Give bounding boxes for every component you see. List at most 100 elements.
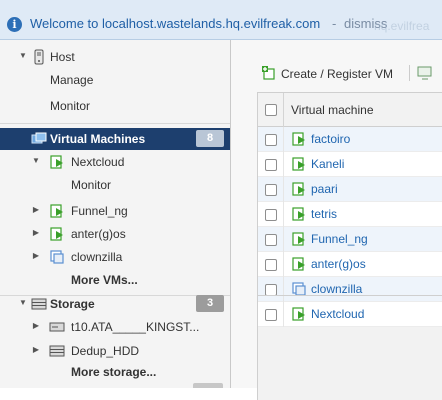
table-row[interactable]: tetris <box>258 202 442 227</box>
host-icon <box>34 49 44 65</box>
row-checkbox[interactable] <box>265 159 277 171</box>
toolbar-separator <box>409 65 410 81</box>
banner-separator: - <box>332 16 337 31</box>
expand-icon[interactable]: ▶ <box>31 250 41 262</box>
vm-table-header: Virtual machine <box>258 93 442 127</box>
row-checkbox[interactable] <box>265 184 277 196</box>
nav-more-storage[interactable]: More storage... <box>0 361 230 383</box>
vm-powered-on-icon <box>292 182 305 196</box>
console-icon[interactable] <box>417 65 433 81</box>
datastore-icon <box>49 322 65 332</box>
nav-storage-label: Storage <box>50 297 95 311</box>
vm-powered-on-icon <box>292 257 305 271</box>
vm-name-link[interactable]: paari <box>311 182 338 196</box>
create-vm-icon <box>262 66 275 80</box>
nav-vm-antergos[interactable]: ▶ anter(g)os <box>0 223 230 245</box>
nav-vm-funnel[interactable]: ▶ Funnel_ng <box>0 200 230 222</box>
vm-name-link[interactable]: Funnel_ng <box>311 232 368 246</box>
column-divider <box>283 177 284 202</box>
table-row[interactable]: Funnel_ng <box>258 227 442 252</box>
vm-powered-on-icon <box>292 232 305 246</box>
nav-more-vms[interactable]: More VMs... <box>0 269 230 291</box>
expand-icon[interactable]: ▶ <box>31 344 41 356</box>
vm-name-link[interactable]: anter(g)os <box>311 257 366 271</box>
nav-datastore-label: t10.ATA_____KINGST... <box>71 320 200 334</box>
create-register-vm-label: Create / Register VM <box>281 67 394 81</box>
column-divider <box>283 202 284 227</box>
nav-manage-label: Manage <box>50 73 94 87</box>
nav-vm-nextcloud-monitor[interactable]: Monitor <box>0 174 230 196</box>
nav-datastore-dedup[interactable]: ▶ Dedup_HDD <box>0 340 230 362</box>
table-row[interactable]: factoiro <box>258 127 442 152</box>
expand-icon[interactable]: ▶ <box>31 204 41 216</box>
row-checkbox[interactable] <box>265 259 277 271</box>
virtual-machines-icon <box>31 132 47 144</box>
column-divider <box>283 252 284 277</box>
vm-name-link[interactable]: factoiro <box>311 132 350 146</box>
column-divider <box>283 93 284 127</box>
toolbar: Create / Register VM <box>231 62 442 86</box>
vm-name-link[interactable]: Nextcloud <box>311 307 364 321</box>
vm-powered-off-icon <box>50 250 64 264</box>
collapse-icon[interactable]: ▼ <box>18 297 28 309</box>
expand-icon[interactable]: ▶ <box>31 227 41 239</box>
nav-vm-label: Funnel_ng <box>71 204 128 218</box>
storage-icon <box>31 298 47 310</box>
nav-vm-nextcloud[interactable]: ▼ Nextcloud <box>0 151 230 173</box>
nav-monitor-label: Monitor <box>50 99 91 113</box>
column-divider <box>283 127 284 152</box>
nav-vm-label: clownzilla <box>71 250 123 264</box>
vm-powered-on-icon <box>292 307 305 321</box>
column-divider <box>283 152 284 177</box>
more-storage-link: More storage... <box>71 365 157 379</box>
nav-virtual-machines[interactable]: Virtual Machines 8 <box>0 128 230 150</box>
table-row[interactable]: anter(g)os <box>258 252 442 277</box>
vm-powered-on-icon <box>50 227 63 241</box>
collapse-icon[interactable]: ▼ <box>18 50 28 62</box>
nav-host-manage[interactable]: Manage <box>0 69 230 91</box>
nav-datastore-kingston[interactable]: ▶ t10.ATA_____KINGST... <box>0 316 230 338</box>
vm-powered-on-icon <box>292 157 305 171</box>
nav-datastore-label: Dedup_HDD <box>71 344 140 358</box>
row-checkbox[interactable] <box>265 309 277 321</box>
nav-vm-label: anter(g)os <box>71 227 126 241</box>
vm-powered-on-icon <box>50 204 63 218</box>
table-row[interactable]: paari <box>258 177 442 202</box>
info-icon: i <box>7 17 22 32</box>
vm-name-link[interactable]: Kaneli <box>311 157 344 171</box>
table-row[interactable]: Kaneli <box>258 152 442 177</box>
column-divider <box>283 227 284 252</box>
nav-host[interactable]: ▼ Host <box>0 46 230 68</box>
more-vms-link: More VMs... <box>71 273 138 287</box>
welcome-message: Welcome to localhost.wastelands.hq.evilf… <box>30 16 321 31</box>
vm-name-link[interactable]: tetris <box>311 207 337 221</box>
table-row[interactable]: Nextcloud <box>258 302 442 327</box>
vm-count-badge: 8 <box>196 130 224 147</box>
expand-icon[interactable]: ▶ <box>31 320 41 332</box>
column-header-virtual-machine[interactable]: Virtual machine <box>291 103 374 117</box>
collapse-icon[interactable]: ▼ <box>31 155 41 167</box>
nav-host-monitor[interactable]: Monitor <box>0 95 230 117</box>
nav-sub-monitor-label: Monitor <box>71 178 112 192</box>
nav-divider <box>0 123 230 124</box>
storage-count-badge: 3 <box>196 295 224 312</box>
row-checkbox[interactable] <box>265 234 277 246</box>
datastore-icon <box>49 345 65 357</box>
vm-table: Virtual machine factoiro Kaneli paari tetri… <box>257 92 442 400</box>
nav-vms-label: Virtual Machines <box>50 132 146 146</box>
content-panel: Create / Register VM Virtual machine fac… <box>231 40 442 400</box>
notification-banner: i Welcome to localhost.wastelands.hq.evi… <box>0 0 442 40</box>
vm-powered-on-icon <box>292 132 305 146</box>
vm-powered-on-icon <box>50 155 63 169</box>
navigator-panel: ▼ Host Manage Monitor Virtual Machines 8… <box>0 40 231 388</box>
table-footer <box>258 327 442 400</box>
row-checkbox[interactable] <box>265 209 277 221</box>
row-checkbox[interactable] <box>265 134 277 146</box>
nav-next-badge <box>193 383 223 388</box>
vm-name-link[interactable]: clownzilla <box>311 282 362 296</box>
nav-storage[interactable]: ▼ Storage 3 <box>0 293 230 315</box>
table-row[interactable]: clownzilla <box>258 277 442 302</box>
select-all-checkbox[interactable] <box>265 104 277 116</box>
nav-vm-clownzilla[interactable]: ▶ clownzilla <box>0 246 230 268</box>
vm-powered-on-icon <box>292 207 305 221</box>
